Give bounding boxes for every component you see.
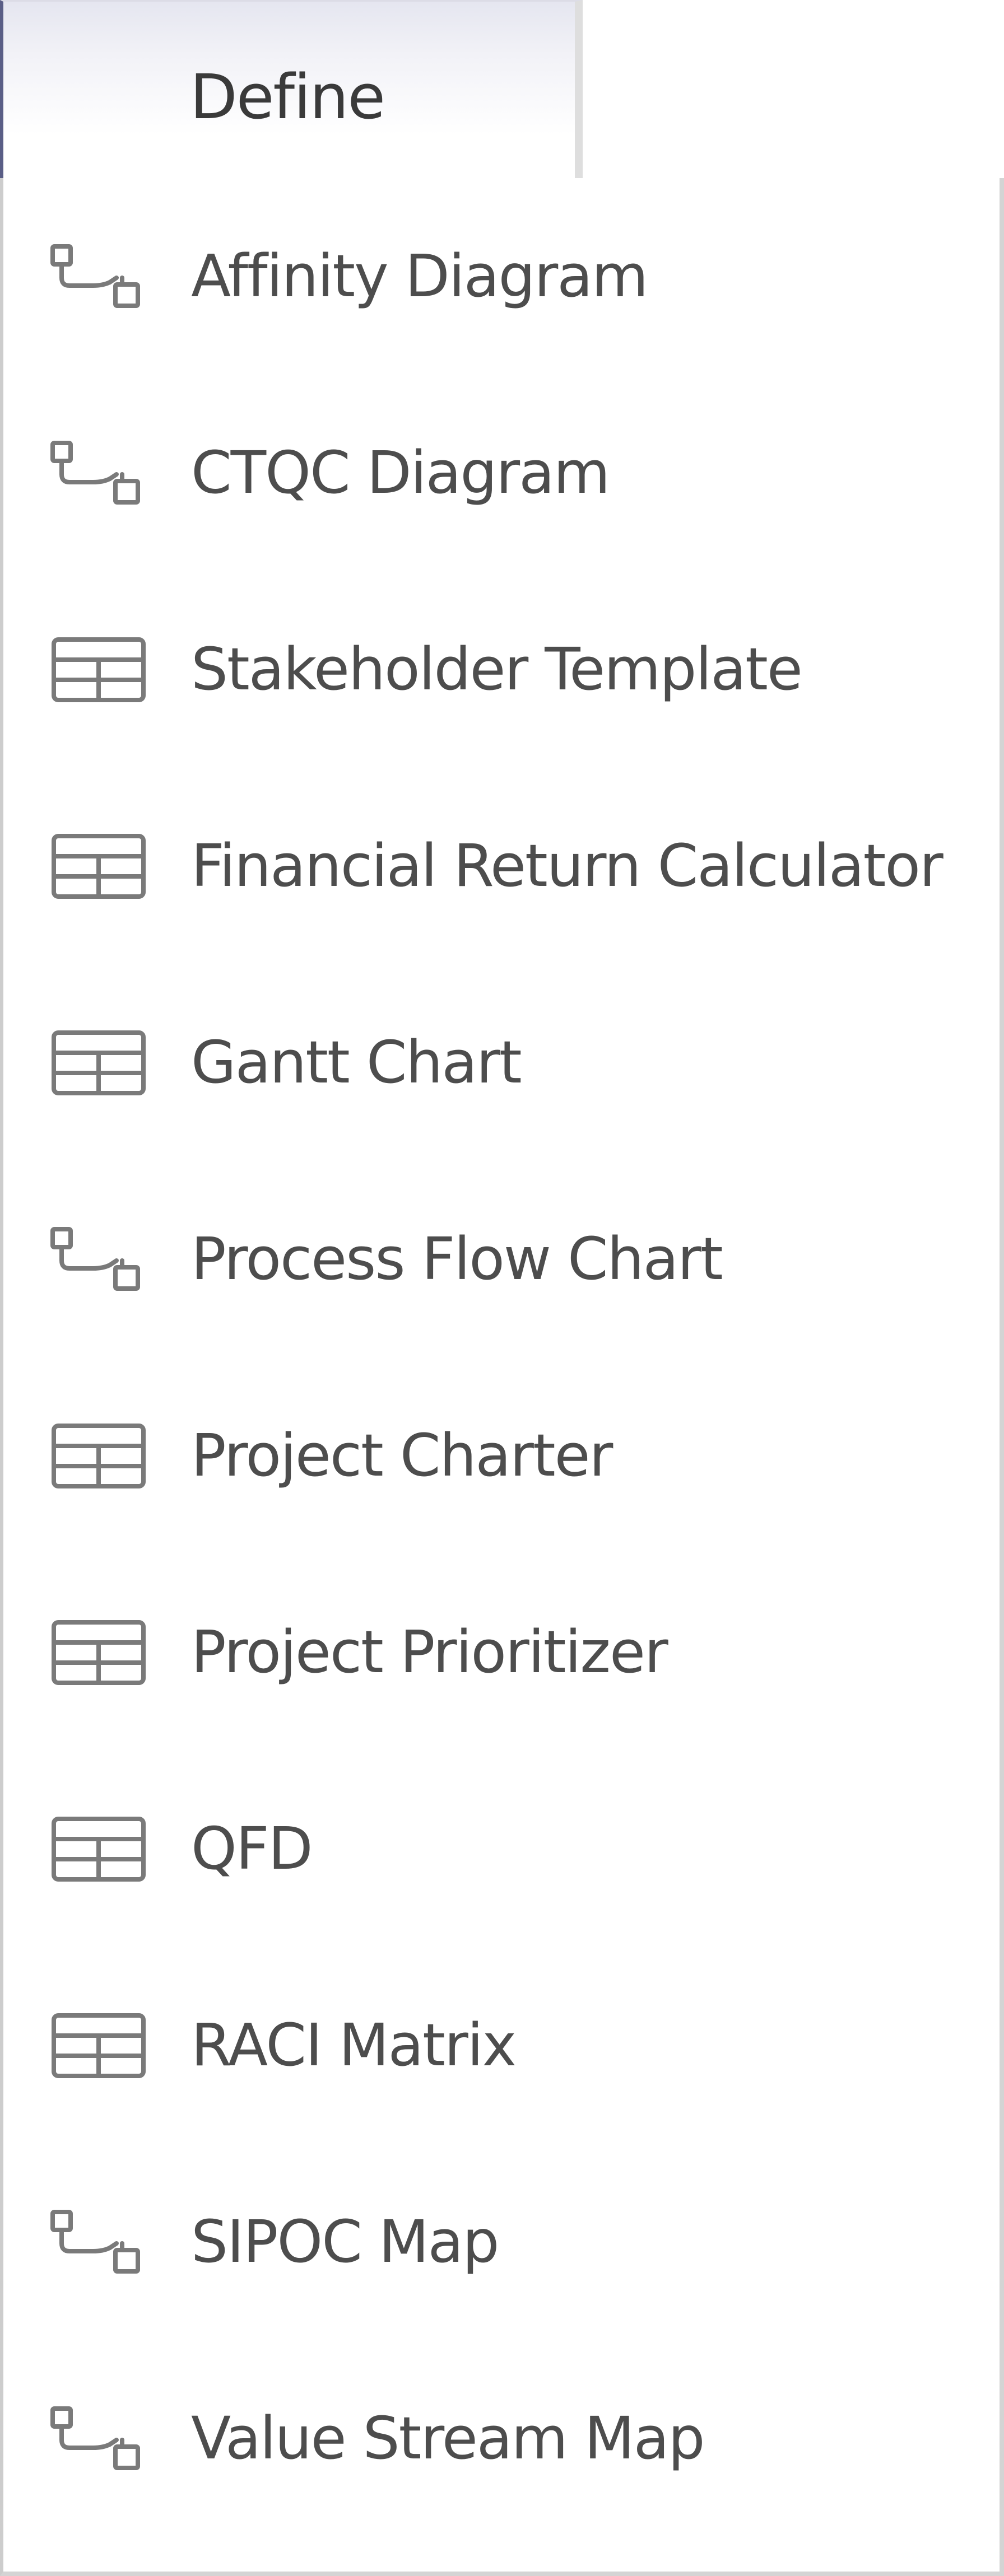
menu-item-label: Value Stream Map xyxy=(191,2404,705,2472)
diagram-icon xyxy=(49,440,147,507)
table-icon xyxy=(49,1619,147,1686)
menu-item-process-flow-chart[interactable]: Process Flow Chart xyxy=(3,1161,995,1357)
menu-item-label: Financial Return Calculator xyxy=(191,832,943,900)
diagram-icon xyxy=(49,2209,147,2276)
diagram-icon xyxy=(49,1226,147,1293)
menu-item-project-charter[interactable]: Project Charter xyxy=(3,1357,995,1554)
menu-item-label: Affinity Diagram xyxy=(191,242,648,310)
diagram-icon xyxy=(49,2405,147,2472)
menu-item-affinity-diagram[interactable]: Affinity Diagram xyxy=(3,178,995,375)
menu-item-value-stream-map[interactable]: Value Stream Map xyxy=(3,2340,995,2537)
menu-item-qfd[interactable]: QFD xyxy=(3,1751,995,1947)
menu-item-gantt-chart[interactable]: Gantt Chart xyxy=(3,964,995,1161)
define-dropdown: Define Affinity Diagram CTQC Diagram Stake… xyxy=(0,0,1004,2576)
menu-item-label: CTQC Diagram xyxy=(191,438,610,507)
table-icon xyxy=(49,636,147,703)
menu-item-sipoc-map[interactable]: SIPOC Map xyxy=(3,2144,995,2340)
menu-item-label: Stakeholder Template xyxy=(191,635,803,703)
menu-item-raci-matrix[interactable]: RACI Matrix xyxy=(3,1947,995,2144)
define-menu-panel: Affinity Diagram CTQC Diagram Stakeholder … xyxy=(0,178,1004,2576)
menu-item-financial-return-calculator[interactable]: Financial Return Calculator xyxy=(3,768,995,964)
menu-item-label: SIPOC Map xyxy=(191,2208,499,2276)
diagram-icon xyxy=(49,243,147,310)
menu-item-label: QFD xyxy=(191,1814,313,1883)
menu-item-ctqc-diagram[interactable]: CTQC Diagram xyxy=(3,375,995,571)
menu-item-label: Gantt Chart xyxy=(191,1028,522,1096)
table-icon xyxy=(49,833,147,900)
menu-item-stakeholder-template[interactable]: Stakeholder Template xyxy=(3,571,995,768)
menu-item-label: Project Prioritizer xyxy=(191,1618,668,1686)
table-icon xyxy=(49,1422,147,1490)
table-icon xyxy=(49,1816,147,1883)
table-icon xyxy=(49,1029,147,1096)
menu-item-label: Project Charter xyxy=(191,1421,613,1490)
table-icon xyxy=(49,2012,147,2079)
menu-item-project-prioritizer[interactable]: Project Prioritizer xyxy=(3,1554,995,1751)
define-tab-label: Define xyxy=(190,61,385,133)
menu-item-label: RACI Matrix xyxy=(191,2011,517,2079)
menu-item-label: Process Flow Chart xyxy=(191,1225,723,1293)
define-tab[interactable]: Define xyxy=(0,0,583,179)
